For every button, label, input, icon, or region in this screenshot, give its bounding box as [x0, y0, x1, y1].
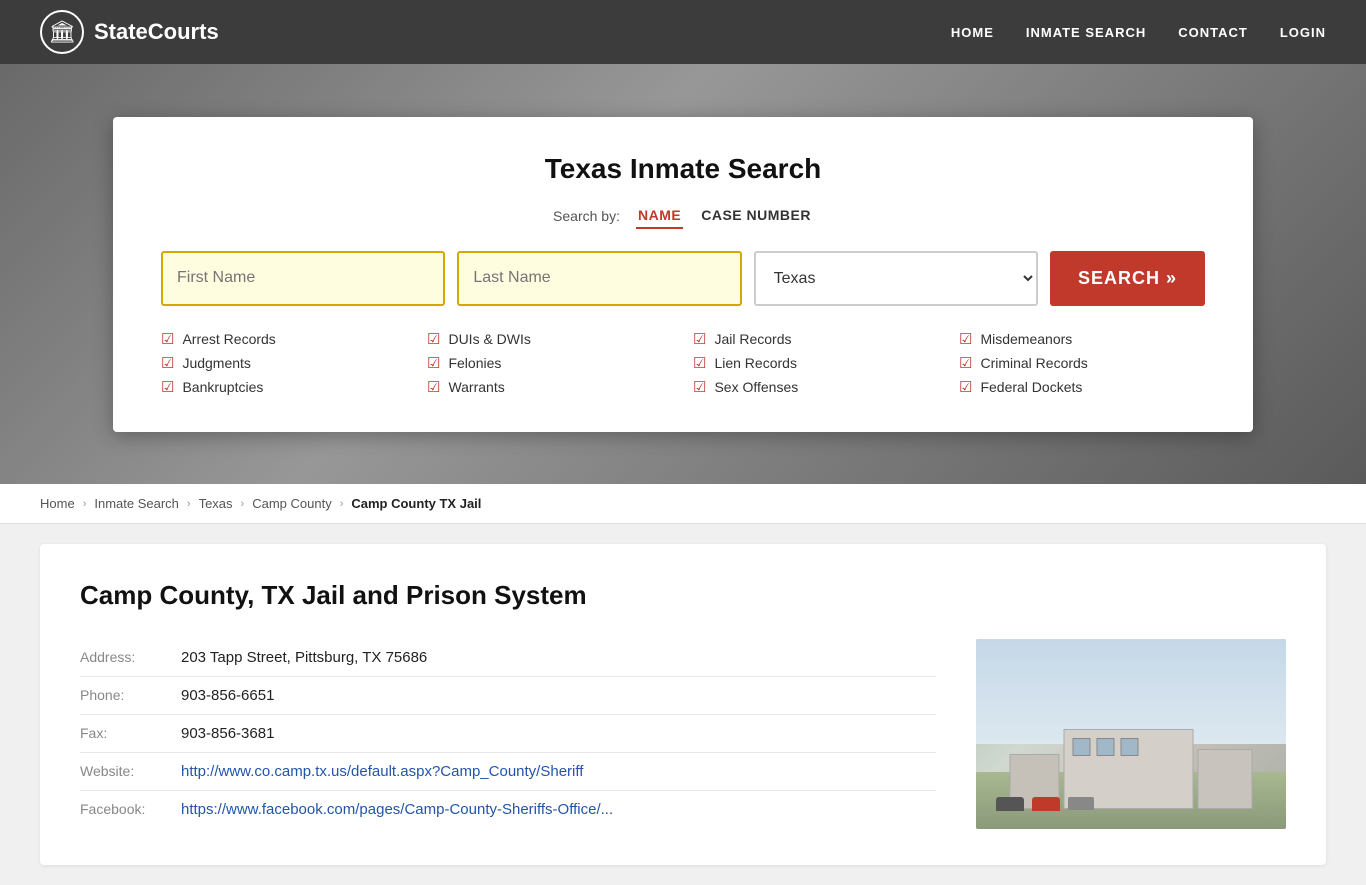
check-label: Criminal Records [980, 355, 1087, 371]
breadcrumb: Home › Inmate Search › Texas › Camp Coun… [0, 484, 1366, 524]
check-label: DUIs & DWIs [448, 331, 530, 347]
check-item: ☑ Arrest Records [161, 330, 407, 348]
check-item: ☑ Lien Records [693, 354, 939, 372]
check-item: ☑ DUIs & DWIs [427, 330, 673, 348]
record-types-grid: ☑ Arrest Records ☑ DUIs & DWIs ☑ Jail Records… [161, 330, 1205, 396]
check-label: Federal Dockets [980, 379, 1082, 395]
sep1: › [83, 498, 87, 510]
content-card: Camp County, TX Jail and Prison System A… [40, 544, 1326, 865]
fax-label: Fax: [80, 725, 165, 741]
first-name-input[interactable] [161, 251, 445, 306]
nav-contact[interactable]: CONTACT [1178, 25, 1248, 40]
main-nav: HOME INMATE SEARCH CONTACT LOGIN [951, 25, 1326, 40]
facebook-row: Facebook: https://www.facebook.com/pages… [80, 791, 936, 828]
check-item: ☑ Federal Dockets [959, 378, 1205, 396]
search-by-label: Search by: [553, 208, 620, 224]
sep3: › [241, 498, 245, 510]
check-label: Sex Offenses [714, 379, 798, 395]
info-table: Address: 203 Tapp Street, Pittsburg, TX … [80, 639, 936, 828]
address-row: Address: 203 Tapp Street, Pittsburg, TX … [80, 639, 936, 677]
car-2 [1032, 797, 1060, 811]
address-value: 203 Tapp Street, Pittsburg, TX 75686 [181, 649, 427, 666]
phone-value: 903-856-6651 [181, 687, 274, 704]
website-row: Website: http://www.co.camp.tx.us/defaul… [80, 753, 936, 791]
check-item: ☑ Sex Offenses [693, 378, 939, 396]
facebook-label: Facebook: [80, 801, 165, 817]
checkbox-icon: ☑ [693, 330, 706, 348]
content-title: Camp County, TX Jail and Prison System [80, 580, 1286, 611]
state-select[interactable]: Texas [754, 251, 1038, 306]
fax-value: 903-856-3681 [181, 725, 274, 742]
check-item: ☑ Bankruptcies [161, 378, 407, 396]
facebook-link[interactable]: https://www.facebook.com/pages/Camp-Coun… [181, 801, 613, 818]
check-label: Jail Records [714, 331, 791, 347]
sep2: › [187, 498, 191, 510]
logo-text: StateCourts [94, 19, 219, 45]
check-label: Lien Records [714, 355, 797, 371]
search-inputs: Texas SEARCH » [161, 251, 1205, 306]
website-link[interactable]: http://www.co.camp.tx.us/default.aspx?Ca… [181, 763, 583, 780]
logo[interactable]: 🏛 StateCourts [40, 10, 219, 54]
address-label: Address: [80, 649, 165, 665]
check-item: ☑ Criminal Records [959, 354, 1205, 372]
check-label: Felonies [448, 355, 501, 371]
car-3 [1068, 797, 1094, 810]
check-label: Warrants [448, 379, 504, 395]
check-item: ☑ Felonies [427, 354, 673, 372]
checkbox-icon: ☑ [959, 330, 972, 348]
hero-section: COURTHOUSE Texas Inmate Search Search by… [0, 64, 1366, 484]
check-item: ☑ Judgments [161, 354, 407, 372]
car-1 [996, 797, 1024, 811]
nav-home[interactable]: HOME [951, 25, 994, 40]
website-label: Website: [80, 763, 165, 779]
checkbox-icon: ☑ [427, 354, 440, 372]
search-button[interactable]: SEARCH » [1050, 251, 1205, 306]
checkbox-icon: ☑ [427, 378, 440, 396]
check-item: ☑ Warrants [427, 378, 673, 396]
modal-title: Texas Inmate Search [161, 153, 1205, 185]
content-body: Address: 203 Tapp Street, Pittsburg, TX … [80, 639, 1286, 829]
checkbox-icon: ☑ [693, 378, 706, 396]
checkbox-icon: ☑ [161, 354, 174, 372]
nav-login[interactable]: LOGIN [1280, 25, 1326, 40]
sep4: › [340, 498, 344, 510]
breadcrumb-county[interactable]: Camp County [252, 496, 331, 511]
checkbox-icon: ☑ [693, 354, 706, 372]
tab-case-number[interactable]: CASE NUMBER [699, 203, 813, 229]
checkbox-icon: ☑ [427, 330, 440, 348]
breadcrumb-state[interactable]: Texas [199, 496, 233, 511]
nav-inmate-search[interactable]: INMATE SEARCH [1026, 25, 1146, 40]
breadcrumb-inmate-search[interactable]: Inmate Search [94, 496, 179, 511]
search-by-row: Search by: NAME CASE NUMBER [161, 203, 1205, 229]
check-label: Misdemeanors [980, 331, 1072, 347]
checkbox-icon: ☑ [959, 378, 972, 396]
search-modal: Texas Inmate Search Search by: NAME CASE… [113, 117, 1253, 432]
breadcrumb-home[interactable]: Home [40, 496, 75, 511]
fax-row: Fax: 903-856-3681 [80, 715, 936, 753]
tab-name[interactable]: NAME [636, 203, 683, 229]
check-label: Judgments [182, 355, 250, 371]
phone-label: Phone: [80, 687, 165, 703]
checkbox-icon: ☑ [161, 378, 174, 396]
phone-row: Phone: 903-856-6651 [80, 677, 936, 715]
main-content: Camp County, TX Jail and Prison System A… [0, 524, 1366, 885]
site-header: 🏛 StateCourts HOME INMATE SEARCH CONTACT… [0, 0, 1366, 64]
logo-icon: 🏛 [40, 10, 84, 54]
last-name-input[interactable] [457, 251, 741, 306]
check-label: Arrest Records [182, 331, 275, 347]
check-item: ☑ Jail Records [693, 330, 939, 348]
check-label: Bankruptcies [182, 379, 263, 395]
check-item: ☑ Misdemeanors [959, 330, 1205, 348]
checkbox-icon: ☑ [959, 354, 972, 372]
breadcrumb-current: Camp County TX Jail [351, 496, 481, 511]
checkbox-icon: ☑ [161, 330, 174, 348]
jail-image [976, 639, 1286, 829]
cars [996, 797, 1094, 811]
